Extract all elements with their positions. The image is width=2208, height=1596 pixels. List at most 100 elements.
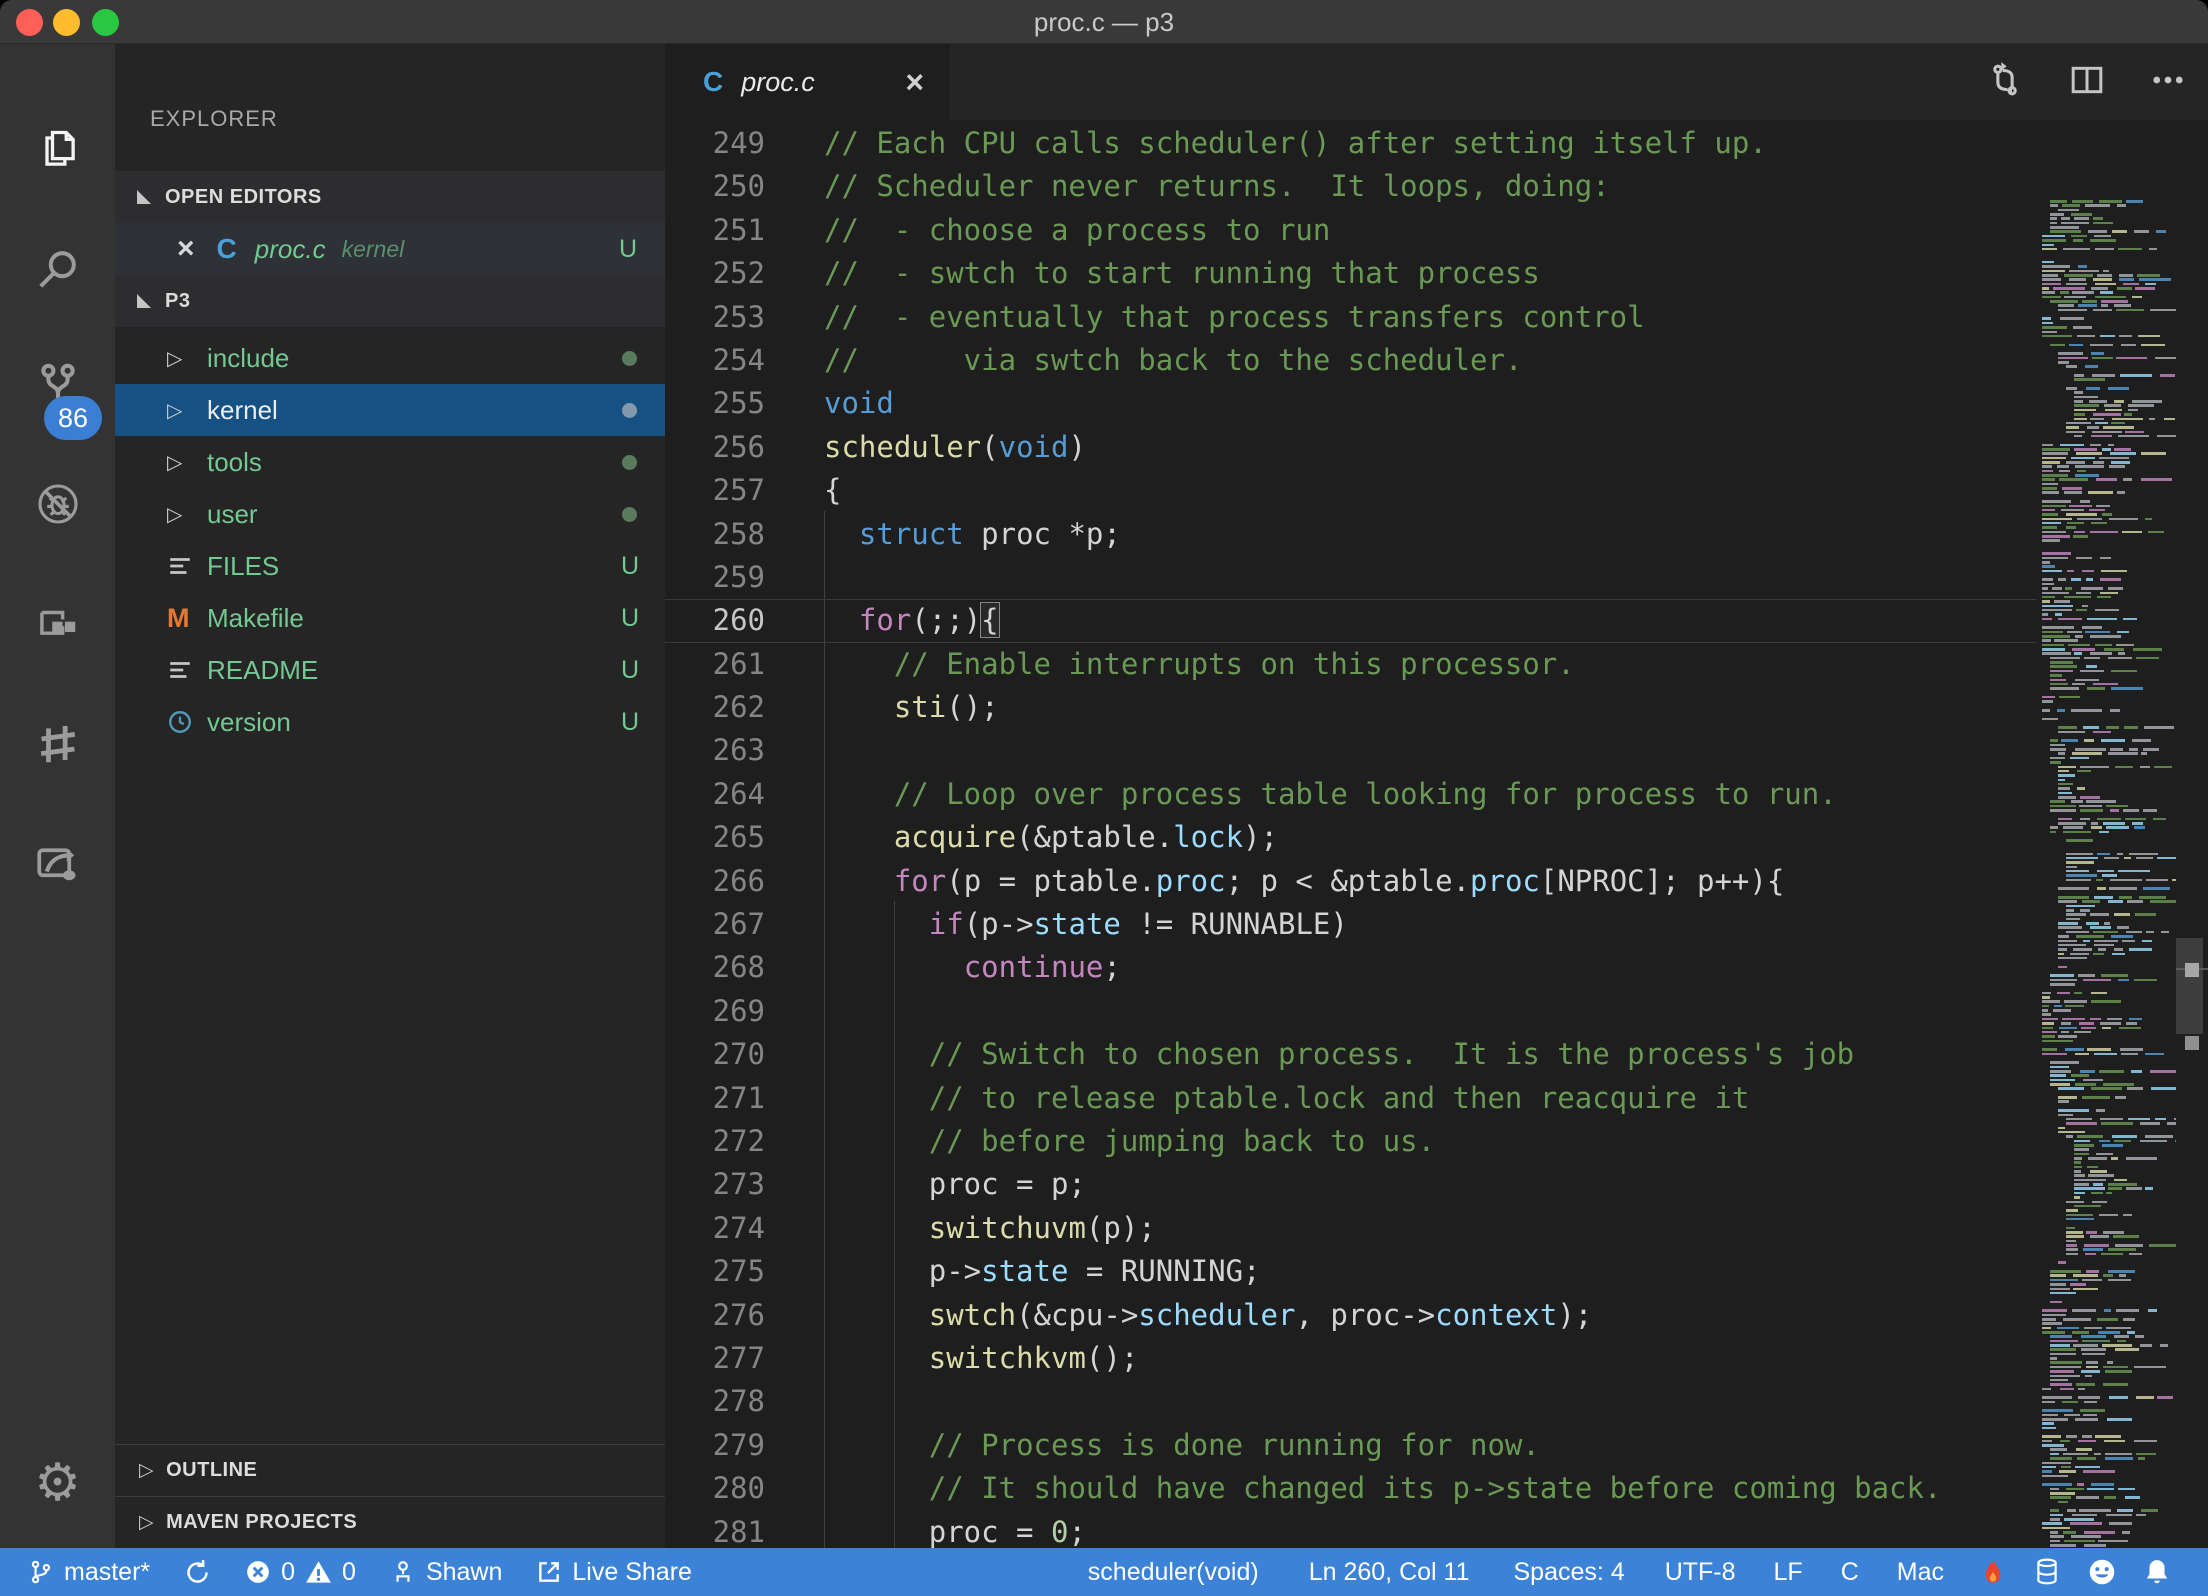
code-line-250[interactable]: 250// Scheduler never returns. It loops,… <box>665 165 2036 208</box>
project-section-header[interactable]: P3 <box>115 275 665 327</box>
code-line-271[interactable]: 271 // to release ptable.lock and then r… <box>665 1077 2036 1120</box>
database-icon[interactable] <box>2034 1558 2060 1586</box>
code-line-252[interactable]: 252// - swtch to start running that proc… <box>665 252 2036 295</box>
code-line-268[interactable]: 268 continue; <box>665 946 2036 989</box>
current-symbol[interactable]: scheduler(void) <box>1088 1558 1259 1587</box>
eol-setting[interactable]: LF <box>1774 1558 1803 1587</box>
platform-label[interactable]: Mac <box>1897 1558 1944 1587</box>
code-line-281[interactable]: 281 proc = 0; <box>665 1511 2036 1549</box>
code-editor[interactable]: 249// Each CPU calls scheduler() after s… <box>665 120 2208 1548</box>
code-line-269[interactable]: 269 <box>665 990 2036 1033</box>
code-line-280[interactable]: 280 // It should have changed its p->sta… <box>665 1467 2036 1510</box>
sync-changes-icon[interactable] <box>184 1559 211 1586</box>
editor-actions <box>1986 44 2186 120</box>
line-number: 269 <box>665 990 765 1033</box>
editor-scrollbar[interactable] <box>2176 196 2208 1548</box>
code-line-275[interactable]: 275 p->state = RUNNING; <box>665 1250 2036 1293</box>
close-editor-icon[interactable]: × <box>177 232 195 266</box>
tree-item-readme[interactable]: READMEU <box>115 644 665 696</box>
code-line-277[interactable]: 277 switchkvm(); <box>665 1337 2036 1380</box>
open-editor-item-proc-c[interactable]: × C proc.c kernel U <box>115 223 665 275</box>
encoding-setting[interactable]: UTF-8 <box>1665 1558 1736 1587</box>
synchronize-changes-icon[interactable] <box>1986 61 2024 104</box>
code-line-262[interactable]: 262 sti(); <box>665 686 2036 729</box>
code-line-266[interactable]: 266 for(p = ptable.proc; p < &ptable.pro… <box>665 860 2036 903</box>
more-actions-icon[interactable] <box>2150 62 2186 103</box>
git-status-dot <box>622 403 637 418</box>
debug-icon[interactable] <box>0 456 115 552</box>
warnings-item[interactable]: 0 <box>305 1558 356 1587</box>
maven-projects-section-header[interactable]: ▷ MAVEN PROJECTS <box>115 1496 665 1548</box>
code-line-279[interactable]: 279 // Process is done running for now. <box>665 1424 2036 1467</box>
tab-close-icon[interactable]: × <box>905 64 924 101</box>
overview-decoration <box>2185 1036 2199 1050</box>
code-line-278[interactable]: 278 <box>665 1380 2036 1423</box>
line-number: 264 <box>665 773 765 816</box>
code-line-251[interactable]: 251// - choose a process to run <box>665 209 2036 252</box>
code-line-255[interactable]: 255void <box>665 382 2036 425</box>
tab-proc-c[interactable]: C proc.c × <box>665 44 950 120</box>
source-control-icon[interactable]: 86 <box>0 336 115 432</box>
code-line-259[interactable]: 259 <box>665 556 2036 599</box>
code-line-263[interactable]: 263 <box>665 729 2036 772</box>
vscode-window: proc.c — p3 86 <box>0 0 2208 1596</box>
minimap[interactable] <box>2036 196 2176 1548</box>
git-untracked-badge: U <box>621 656 639 685</box>
hash-icon[interactable] <box>0 696 115 792</box>
line-number: 263 <box>665 729 765 772</box>
code-line-274[interactable]: 274 switchuvm(p); <box>665 1207 2036 1250</box>
language-mode[interactable]: C <box>1841 1558 1859 1587</box>
cursor-position[interactable]: Ln 260, Col 11 <box>1309 1558 1470 1587</box>
code-text: scheduler(void) <box>824 426 1086 469</box>
code-line-257[interactable]: 257{ <box>665 469 2036 512</box>
tree-item-include[interactable]: ▷include <box>115 332 665 384</box>
code-line-249[interactable]: 249// Each CPU calls scheduler() after s… <box>665 122 2036 165</box>
code-line-265[interactable]: 265 acquire(&ptable.lock); <box>665 816 2036 859</box>
scrollbar-thumb[interactable] <box>2176 938 2203 1034</box>
outline-section-header[interactable]: ▷ OUTLINE <box>115 1444 665 1496</box>
code-text: continue; <box>824 946 1121 989</box>
tree-item-label: tools <box>207 447 262 478</box>
split-editor-icon[interactable] <box>2070 63 2104 102</box>
search-icon[interactable] <box>0 221 115 317</box>
tree-item-tools[interactable]: ▷tools <box>115 436 665 488</box>
extensions-icon[interactable] <box>0 576 115 672</box>
code-line-272[interactable]: 272 // before jumping back to us. <box>665 1120 2036 1163</box>
tree-item-version[interactable]: versionU <box>115 696 665 748</box>
git-status-dot <box>622 351 637 366</box>
code-line-261[interactable]: 261 // Enable interrupts on this process… <box>665 643 2036 686</box>
code-line-276[interactable]: 276 swtch(&cpu->scheduler, proc->context… <box>665 1294 2036 1337</box>
code-line-270[interactable]: 270 // Switch to chosen process. It is t… <box>665 1033 2036 1076</box>
live-share-label: Live Share <box>572 1558 692 1587</box>
code-line-267[interactable]: 267 if(p->state != RUNNABLE) <box>665 903 2036 946</box>
explorer-icon[interactable] <box>0 101 115 197</box>
code-line-254[interactable]: 254// via swtch back to the scheduler. <box>665 339 2036 382</box>
tree-item-label: include <box>207 343 289 374</box>
code-text: // Enable interrupts on this processor. <box>824 643 1575 686</box>
code-line-256[interactable]: 256scheduler(void) <box>665 426 2036 469</box>
smiley-feedback-icon[interactable] <box>2088 1558 2116 1586</box>
code-line-258[interactable]: 258 struct proc *p; <box>665 513 2036 556</box>
code-line-264[interactable]: 264 // Loop over process table looking f… <box>665 773 2036 816</box>
tree-item-files[interactable]: FILESU <box>115 540 665 592</box>
line-number: 271 <box>665 1077 765 1120</box>
live-share-activity-icon[interactable] <box>0 816 115 912</box>
tree-item-user[interactable]: ▷user <box>115 488 665 540</box>
code-line-253[interactable]: 253// - eventually that process transfer… <box>665 296 2036 339</box>
open-editors-header[interactable]: OPEN EDITORS <box>115 171 665 223</box>
notifications-bell-icon[interactable] <box>2144 1558 2170 1586</box>
git-branch-item[interactable]: master* <box>28 1558 150 1587</box>
indentation-setting[interactable]: Spaces: 4 <box>1514 1558 1625 1587</box>
code-line-260[interactable]: 260 for(;;){ <box>665 599 2036 642</box>
user-item[interactable]: Shawn <box>390 1558 502 1587</box>
line-number: 275 <box>665 1250 765 1293</box>
tree-item-makefile[interactable]: MMakefileU <box>115 592 665 644</box>
live-share-item[interactable]: Live Share <box>536 1558 692 1587</box>
code-line-273[interactable]: 273 proc = p; <box>665 1163 2036 1206</box>
flame-icon[interactable] <box>1980 1557 2006 1587</box>
open-editor-filename: proc.c <box>255 234 326 265</box>
code-text: // to release ptable.lock and then reacq… <box>824 1077 1749 1120</box>
settings-gear-icon[interactable]: ⚙ <box>0 1435 115 1531</box>
tree-item-kernel[interactable]: ▷kernel <box>115 384 665 436</box>
errors-item[interactable]: 0 <box>245 1558 295 1587</box>
